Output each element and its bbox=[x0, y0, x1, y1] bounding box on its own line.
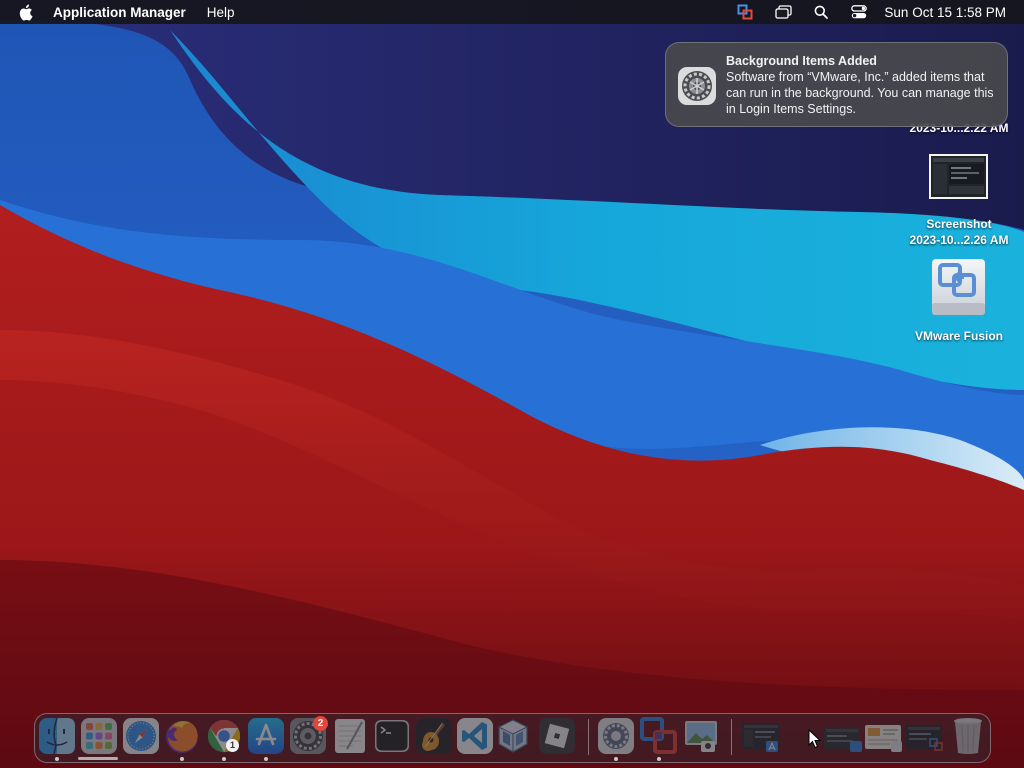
desktop-file-label[interactable]: VMware Fusion bbox=[894, 328, 1024, 344]
chrome-badge: 1 bbox=[226, 739, 239, 752]
running-indicator bbox=[657, 757, 661, 761]
system-settings-gear-icon bbox=[677, 66, 717, 106]
dock-separator bbox=[588, 719, 589, 755]
menu-help[interactable]: Help bbox=[207, 5, 235, 20]
running-indicator bbox=[222, 757, 226, 761]
vmware-fusion-disk-icon[interactable] bbox=[930, 257, 987, 319]
notification-title: Background Items Added bbox=[726, 54, 877, 68]
screenshot-thumbnail[interactable] bbox=[929, 154, 988, 199]
desktop-file-name: Screenshot bbox=[926, 217, 992, 231]
running-indicator bbox=[264, 757, 268, 761]
running-indicator bbox=[614, 757, 618, 761]
vmware-fusion-icon[interactable] bbox=[736, 4, 754, 20]
control-center-icon[interactable] bbox=[850, 4, 868, 20]
background-items-notification[interactable]: Background Items Added Software from “VM… bbox=[665, 42, 1008, 127]
dock-separator bbox=[731, 719, 732, 755]
apple-logo-icon[interactable] bbox=[18, 4, 34, 21]
active-app-name[interactable]: Application Manager bbox=[53, 5, 186, 20]
menu-bar: Application Manager Help Sun Oct 15 1:58… bbox=[0, 0, 1024, 24]
spotlight-search-icon[interactable] bbox=[812, 4, 830, 20]
system-settings-badge: 2 bbox=[313, 716, 328, 731]
menu-bar-clock[interactable]: Sun Oct 15 1:58 PM bbox=[884, 5, 1006, 20]
desktop-file-label[interactable]: Screenshot 2023-10...2.26 AM bbox=[894, 216, 1024, 248]
mouse-pointer-icon bbox=[808, 728, 822, 749]
dock bbox=[34, 713, 991, 763]
screen-mirroring-icon[interactable] bbox=[774, 4, 792, 20]
running-indicator bbox=[180, 757, 184, 761]
notification-body: Software from “VMware, Inc.” added items… bbox=[726, 70, 994, 116]
dock-hover-indicator bbox=[78, 757, 118, 760]
running-indicator bbox=[55, 757, 59, 761]
desktop-file-date: 2023-10...2.26 AM bbox=[909, 233, 1009, 247]
